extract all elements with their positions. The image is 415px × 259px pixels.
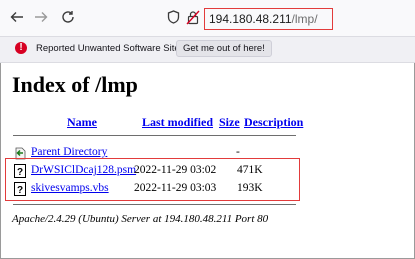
page-title: Index of /lmp (12, 72, 138, 97)
server-signature: Apache/2.4.29 (Ubuntu) Server at 194.180… (12, 213, 269, 225)
forward-arrow-icon[interactable] (33, 9, 49, 25)
unwanted-software-warning-bar: ! Reported Unwanted Software Site! Get m… (0, 36, 415, 63)
back-arrow-icon[interactable] (9, 9, 25, 25)
column-header-size[interactable]: Size (219, 115, 240, 130)
column-header-last-modified[interactable]: Last modified (142, 115, 213, 130)
browser-toolbar: 194.180.48.211/lmp/ (0, 0, 415, 36)
reload-icon[interactable] (60, 9, 76, 25)
parent-directory-link[interactable]: Parent Directory (31, 146, 107, 158)
header-divider (13, 135, 296, 136)
footer-divider (13, 204, 296, 205)
parent-directory-size: - (236, 146, 240, 158)
column-header-name[interactable]: Name (67, 115, 97, 130)
url-annotation-box (204, 8, 333, 30)
shield-icon[interactable] (165, 9, 181, 25)
warning-circle-icon: ! (15, 42, 27, 54)
insecure-lock-icon[interactable] (185, 9, 201, 25)
warning-message: Reported Unwanted Software Site! (36, 43, 183, 54)
files-annotation-box (5, 158, 300, 201)
column-header-description[interactable]: Description (244, 115, 303, 130)
get-me-out-button[interactable]: Get me out of here! (176, 40, 272, 57)
